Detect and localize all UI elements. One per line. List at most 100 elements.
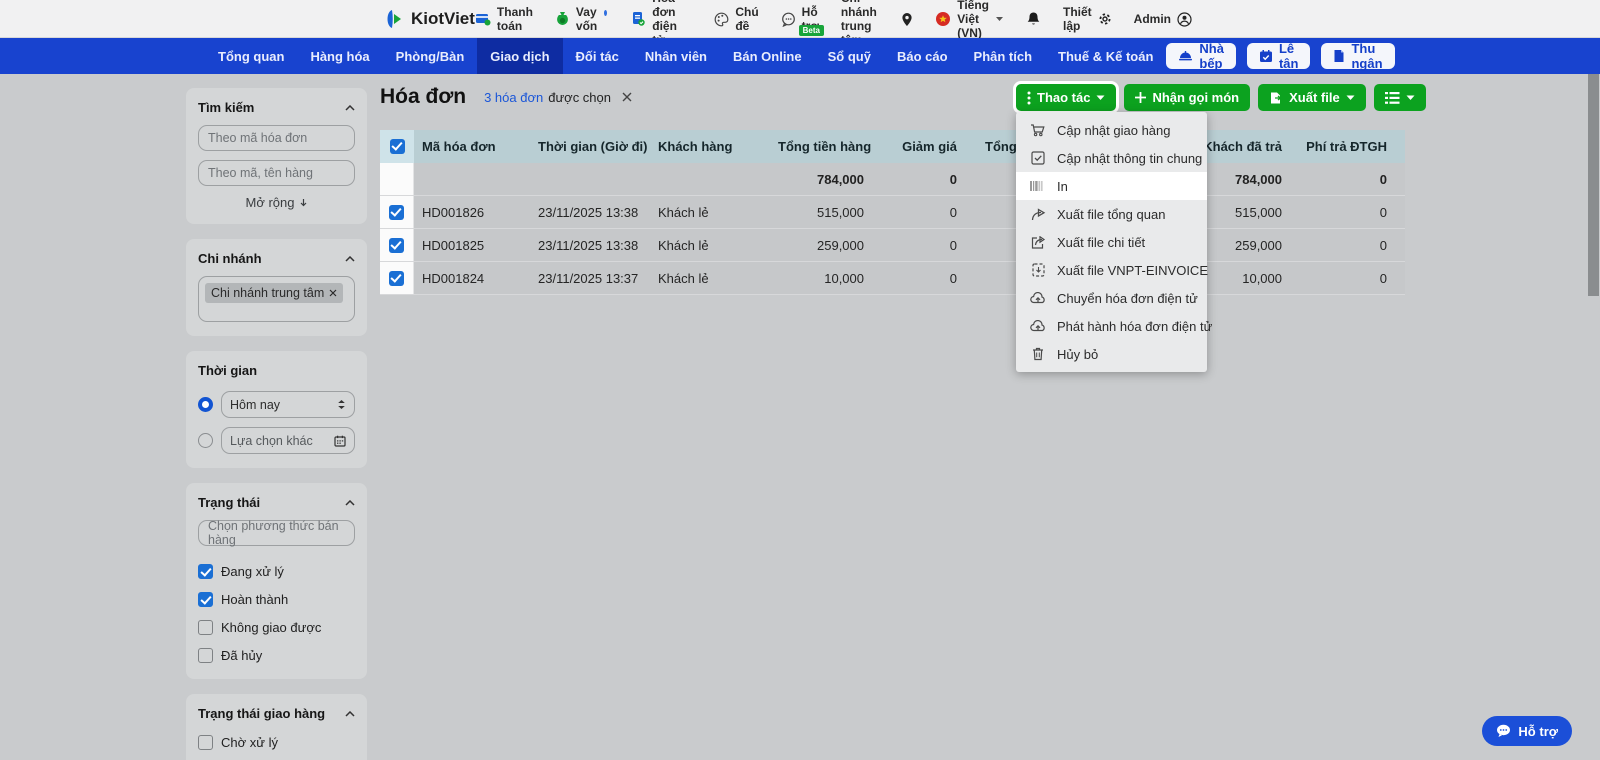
col-header-discount[interactable]: Giảm giá	[872, 139, 965, 154]
share-box-icon	[1030, 235, 1046, 249]
updown-arrows-icon	[337, 399, 346, 410]
menu-item-chuyen-hoa-don-dien-tu[interactable]: Chuyển hóa đơn điện tử	[1016, 284, 1207, 312]
col-header-customer[interactable]: Khách hàng	[650, 139, 770, 154]
vertical-scrollbar[interactable]	[1586, 74, 1600, 760]
delivery-card-title: Trạng thái giao hàng	[198, 706, 326, 721]
checkbox[interactable]	[198, 735, 213, 750]
menu-item-xuat-file-chi-tiet[interactable]: Xuất file chi tiết	[1016, 228, 1207, 256]
settings-link[interactable]: Thiết lập	[1063, 5, 1112, 33]
row-checkbox[interactable]	[389, 204, 404, 220]
sale-method-select[interactable]: Chọn phương thức bán hàng	[198, 519, 355, 547]
user-menu[interactable]: Admin	[1134, 11, 1192, 27]
filter-sidebar: Tìm kiếm Theo mã hóa đơn Theo mã, tên hà…	[186, 88, 367, 760]
collapse-chevron-icon[interactable]	[345, 255, 355, 262]
table-row[interactable]: HD001825 23/11/2025 13:38 Khách lẻ 259,0…	[380, 229, 1405, 262]
thao-tac-button[interactable]: Thao tác	[1016, 84, 1117, 111]
chat-bubble-icon	[1496, 724, 1511, 738]
notifications-bell[interactable]	[1026, 11, 1041, 27]
menu-item-in[interactable]: In	[1016, 172, 1207, 200]
checkbox[interactable]	[198, 564, 213, 579]
topbar-link-vay-von[interactable]: Vay vốn	[555, 5, 609, 33]
kiotviet-logo[interactable]: KiotViet	[382, 8, 475, 30]
topbar-link-ho-tro[interactable]: Hỗ trợ Beta	[781, 5, 824, 36]
menu-item-xuat-file-tong-quan[interactable]: Xuất file tổng quan	[1016, 200, 1207, 228]
checkbox[interactable]	[198, 648, 213, 663]
col-header-total[interactable]: Tổng tiền hàng	[770, 139, 872, 154]
col-header-code[interactable]: Mã hóa đơn	[414, 139, 530, 154]
page-title: Hóa đơn	[380, 85, 467, 108]
topbar: KiotViet Thanh toán Vay vốn Hoá đơn điện…	[0, 0, 1600, 47]
dashed-doc-icon	[1030, 263, 1046, 277]
status-option-hoan-thanh[interactable]: Hoàn thành	[198, 592, 355, 607]
scrollbar-thumb[interactable]	[1588, 74, 1599, 296]
search-card: Tìm kiếm Theo mã hóa đơn Theo mã, tên hà…	[186, 88, 367, 224]
collapse-chevron-icon[interactable]	[345, 104, 355, 111]
col-header-time[interactable]: Thời gian (Giờ đi)	[530, 139, 650, 154]
e-invoice-icon	[631, 11, 646, 27]
col-header-fee[interactable]: Phí trả ĐTGH	[1290, 139, 1395, 154]
menu-item-phat-hanh-hoa-don-dien-tu[interactable]: Phát hành hóa đơn điện tử	[1016, 312, 1212, 340]
time-preset-select[interactable]: Hôm nay	[221, 391, 355, 418]
menu-item-cap-nhat-giao-hang[interactable]: Cập nhật giao hàng	[1016, 116, 1207, 144]
collapse-chevron-icon[interactable]	[345, 710, 355, 717]
product-search-input[interactable]: Theo mã, tên hàng	[198, 160, 355, 186]
summary-fee: 0	[1379, 171, 1387, 187]
status-option-dang-xu-ly[interactable]: Đang xử lý	[198, 564, 355, 579]
nav-item-phong-ban[interactable]: Phòng/Bàn	[383, 38, 478, 74]
branch-card-title: Chi nhánh	[198, 251, 262, 266]
support-button[interactable]: Hỗ trợ	[1482, 716, 1572, 746]
xuat-file-button[interactable]: Xuất file	[1258, 84, 1366, 111]
nav-item-thue-ke-toan[interactable]: Thuế & Kế toán	[1045, 38, 1166, 74]
language-selector[interactable]: Tiếng Việt (VN)	[935, 0, 1004, 40]
time-custom-radio[interactable]	[198, 433, 213, 448]
nav-item-tong-quan[interactable]: Tổng quan	[205, 38, 297, 74]
delivery-option-cho-xu-ly[interactable]: Chờ xử lý	[198, 735, 355, 750]
menu-item-xuat-file-vnpt-einvoice[interactable]: Xuất file VNPT-EINVOICE	[1016, 256, 1208, 284]
topbar-link-chu-de[interactable]: Chú đề	[714, 5, 759, 33]
time-preset-radio[interactable]	[198, 397, 213, 412]
summary-row: 784,000 0 784,000 0	[380, 163, 1405, 196]
checkbox[interactable]	[198, 592, 213, 607]
select-all-checkbox[interactable]	[389, 139, 405, 154]
money-bag-icon	[555, 11, 570, 27]
reception-button[interactable]: Lễ tân	[1246, 41, 1311, 71]
cashier-button[interactable]: Thu ngân	[1321, 41, 1395, 71]
kebab-icon	[1027, 91, 1031, 105]
row-checkbox[interactable]	[389, 270, 404, 286]
invoice-code-search-input[interactable]: Theo mã hóa đơn	[198, 125, 355, 151]
expand-search-link[interactable]: Mở rộng	[198, 195, 355, 210]
nav-item-phan-tich[interactable]: Phân tích	[961, 38, 1046, 74]
chevron-down-icon	[995, 16, 1004, 22]
topbar-link-thanh-toan[interactable]: Thanh toán	[475, 5, 533, 33]
status-option-khong-giao-duoc[interactable]: Không giao được	[198, 620, 355, 635]
nav-item-so-quy[interactable]: Sổ quỹ	[815, 38, 884, 74]
clear-selection-icon[interactable]	[622, 92, 632, 102]
main-navbar: Tổng quan Hàng hóa Phòng/Bàn Giao dịch Đ…	[0, 38, 1600, 74]
nav-item-doi-tac[interactable]: Đối tác	[563, 38, 632, 74]
share-arrow-icon	[1030, 207, 1046, 221]
branch-card: Chi nhánh Chi nhánh trung tâm	[186, 239, 367, 336]
nav-item-giao-dich[interactable]: Giao dịch	[477, 38, 563, 74]
branch-tag: Chi nhánh trung tâm	[205, 283, 344, 303]
nav-item-bao-cao[interactable]: Báo cáo	[884, 38, 961, 74]
branch-multiselect[interactable]: Chi nhánh trung tâm	[198, 276, 355, 322]
nav-item-hang-hoa[interactable]: Hàng hóa	[297, 38, 382, 74]
column-settings-button[interactable]	[1373, 84, 1426, 111]
menu-item-cap-nhat-thong-tin-chung[interactable]: Cập nhật thông tin chung	[1016, 144, 1207, 172]
kitchen-button[interactable]: Nhà bếp	[1166, 41, 1236, 71]
nav-item-nhan-vien[interactable]: Nhân viên	[632, 38, 720, 74]
row-checkbox[interactable]	[389, 237, 404, 253]
status-option-da-huy[interactable]: Đã hủy	[198, 648, 355, 663]
search-card-title: Tìm kiếm	[198, 100, 255, 115]
menu-item-huy-bo[interactable]: Hủy bỏ	[1016, 340, 1207, 368]
remove-tag-icon[interactable]	[329, 289, 337, 297]
table-row[interactable]: HD001826 23/11/2025 13:38 Khách lẻ 515,0…	[380, 196, 1405, 229]
location-pin-icon	[901, 12, 913, 27]
table-row[interactable]: HD001824 23/11/2025 13:37 Khách lẻ 10,00…	[380, 262, 1405, 295]
time-custom-input[interactable]: Lựa chọn khác	[221, 427, 355, 454]
nhan-goi-mon-button[interactable]: Nhận gọi món	[1124, 84, 1251, 111]
collapse-chevron-icon[interactable]	[345, 499, 355, 506]
bell-icon	[1026, 11, 1041, 27]
nav-item-ban-online[interactable]: Bán Online	[720, 38, 815, 74]
checkbox[interactable]	[198, 620, 213, 635]
